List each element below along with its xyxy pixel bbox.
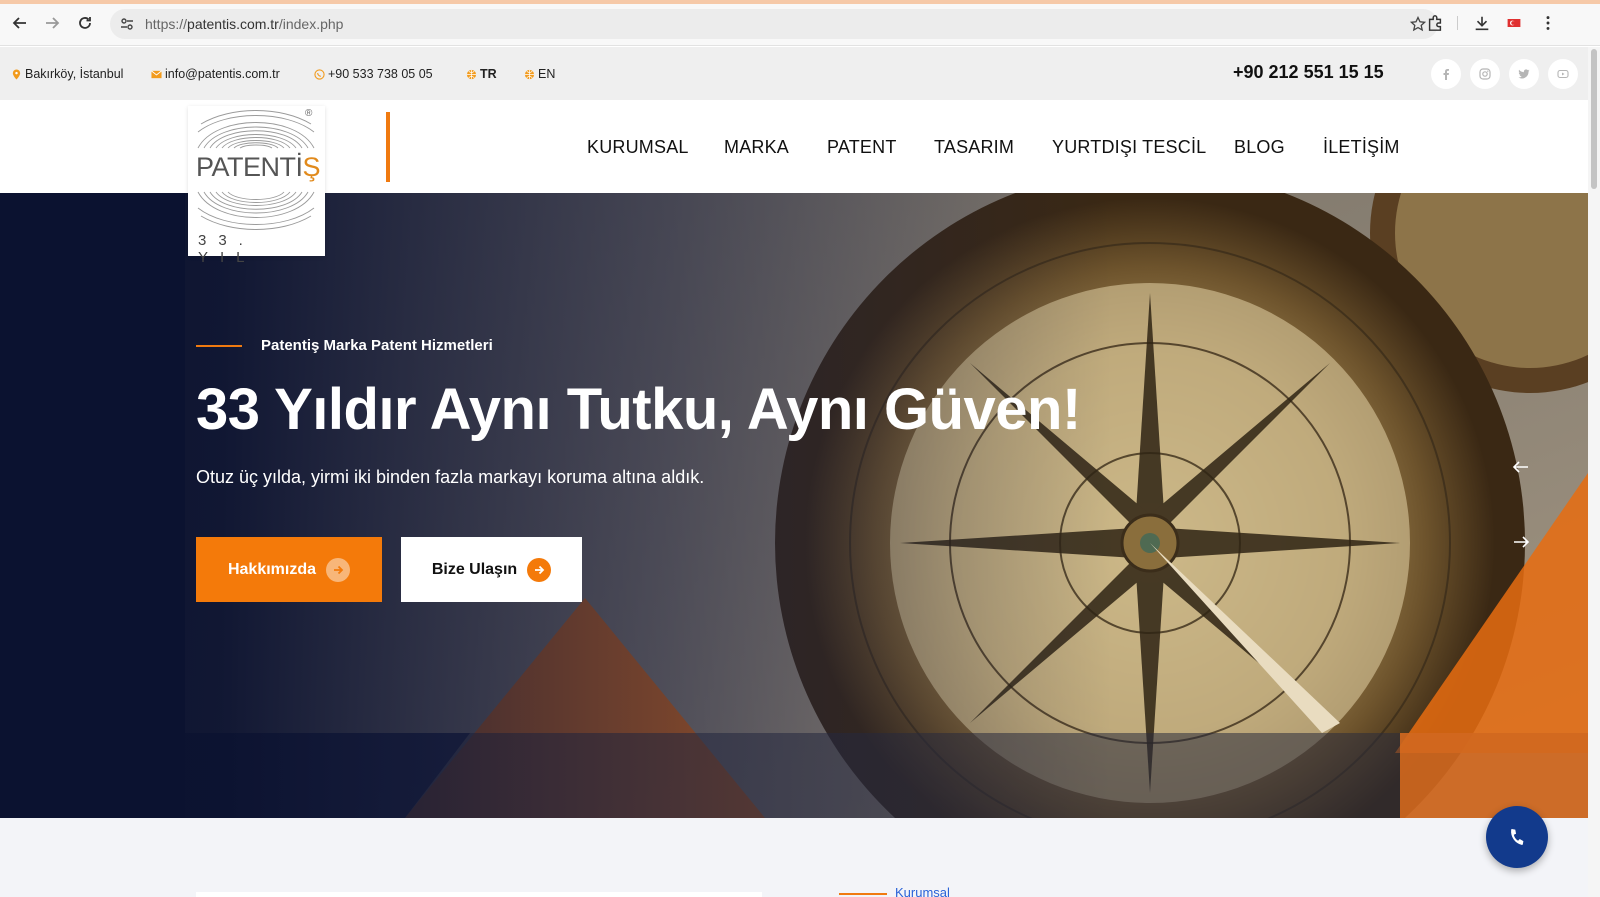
header-divider: [386, 112, 390, 182]
browser-toolbar: https://patentis.com.tr/index.php: [0, 0, 1600, 46]
about-section: [0, 818, 1588, 897]
whatsapp-link[interactable]: +90 533 738 05 05: [314, 67, 433, 81]
hero-subtitle-accent-line: [196, 345, 242, 347]
header-phone-number[interactable]: +90 212 551 15 15: [1233, 62, 1384, 83]
page-scrollbar[interactable]: [1588, 47, 1600, 897]
reload-button[interactable]: [74, 12, 96, 34]
arrow-left-icon: [1512, 461, 1528, 473]
arrow-right-icon: [1514, 536, 1530, 548]
email-link[interactable]: info@patentis.com.tr: [151, 67, 280, 81]
arrow-circle-icon: [527, 557, 552, 582]
browser-menu-button[interactable]: [1538, 13, 1558, 33]
hero-slider: [0, 193, 1588, 818]
downloads-button[interactable]: [1472, 13, 1492, 33]
section-accent-line: [839, 893, 887, 895]
language-en[interactable]: EN: [524, 67, 555, 81]
logo-wordmark: PATENTİŞ: [196, 152, 321, 182]
email-text[interactable]: info@patentis.com.tr: [165, 67, 280, 81]
back-button[interactable]: [9, 12, 31, 34]
profile-flag-icon: [1507, 19, 1521, 27]
kebab-menu-icon: [1546, 16, 1550, 30]
toolbar-divider: [1457, 16, 1458, 30]
twitter-icon: [1518, 69, 1530, 79]
twitter-link[interactable]: [1509, 59, 1539, 89]
nav-item-patent[interactable]: PATENT: [827, 137, 897, 158]
about-button-label: Hakkımızda: [227, 560, 317, 578]
site-logo[interactable]: ® PATENTİŞ 33. YIL: [188, 106, 325, 266]
nav-item-yurtdisi-tescil[interactable]: YURTDIŞI TESCİL: [1052, 137, 1206, 158]
globe-icon: [466, 69, 477, 79]
nav-item-kurumsal[interactable]: KURUMSAL: [587, 137, 689, 158]
puzzle-icon: [1428, 15, 1442, 31]
fingerprint-graphic: [197, 191, 315, 230]
top-info-bar: Bakırköy, İstanbul info@patentis.com.tr …: [0, 47, 1588, 100]
envelope-icon: [151, 69, 162, 78]
arrow-right-icon: [46, 17, 60, 29]
nav-item-tasarim[interactable]: TASARIM: [934, 137, 1014, 158]
call-floating-button[interactable]: [1486, 806, 1548, 868]
logo-years-text: 33. YIL: [198, 232, 257, 266]
bookmark-star-icon[interactable]: [1410, 16, 1426, 32]
url-text[interactable]: https://patentis.com.tr/index.php: [145, 16, 343, 32]
profile-button[interactable]: [1504, 13, 1524, 33]
phone-icon: [1511, 829, 1524, 845]
address-bar[interactable]: https://patentis.com.tr/index.php: [110, 9, 1438, 39]
hero-title: 33 Yıldır Aynı Tutku, Aynı Güven!: [196, 377, 1081, 442]
nav-item-marka[interactable]: MARKA: [724, 137, 789, 158]
location-text: Bakırköy, İstanbul: [25, 67, 124, 81]
registered-mark: ®: [305, 108, 313, 119]
instagram-link[interactable]: [1470, 59, 1500, 89]
arrow-circle-icon: [326, 557, 351, 582]
about-image-card: [196, 892, 762, 897]
whatsapp-icon: [314, 68, 325, 80]
map-pin-icon: [12, 68, 21, 80]
facebook-icon: [1443, 69, 1449, 80]
forward-button[interactable]: [41, 12, 63, 34]
scrollbar-thumb[interactable]: [1591, 49, 1597, 189]
about-button[interactable]: Hakkımızda: [196, 537, 382, 602]
reload-icon: [79, 17, 91, 29]
site-info-icon[interactable]: [119, 16, 135, 32]
tab-strip-edge: [0, 0, 1600, 4]
contact-button-label: Bize Ulaşın: [431, 560, 518, 578]
location-info: Bakırköy, İstanbul: [11, 67, 123, 81]
youtube-link[interactable]: [1548, 59, 1578, 89]
youtube-icon: [1557, 69, 1569, 79]
extensions-button[interactable]: [1425, 13, 1445, 33]
slider-next-button[interactable]: [1505, 526, 1537, 558]
globe-icon: [524, 69, 535, 79]
hero-background-image: [0, 193, 1588, 818]
whatsapp-text[interactable]: +90 533 738 05 05: [328, 67, 433, 81]
contact-button[interactable]: Bize Ulaşın: [401, 537, 582, 602]
instagram-icon: [1479, 68, 1491, 80]
facebook-link[interactable]: [1431, 59, 1461, 89]
download-icon: [1475, 16, 1489, 31]
hero-subtitle: Patentiş Marka Patent Hizmetleri: [261, 337, 493, 354]
nav-item-iletisim[interactable]: İLETİŞİM: [1323, 137, 1400, 158]
hero-description: Otuz üç yılda, yirmi iki binden fazla ma…: [196, 467, 705, 487]
arrow-left-icon: [12, 17, 26, 29]
nav-item-blog[interactable]: BLOG: [1234, 137, 1285, 158]
language-tr[interactable]: TR: [466, 67, 497, 81]
slider-prev-button[interactable]: [1505, 451, 1537, 483]
section-eyebrow: Kurumsal: [895, 885, 950, 897]
fingerprint-graphic: [197, 110, 315, 149]
